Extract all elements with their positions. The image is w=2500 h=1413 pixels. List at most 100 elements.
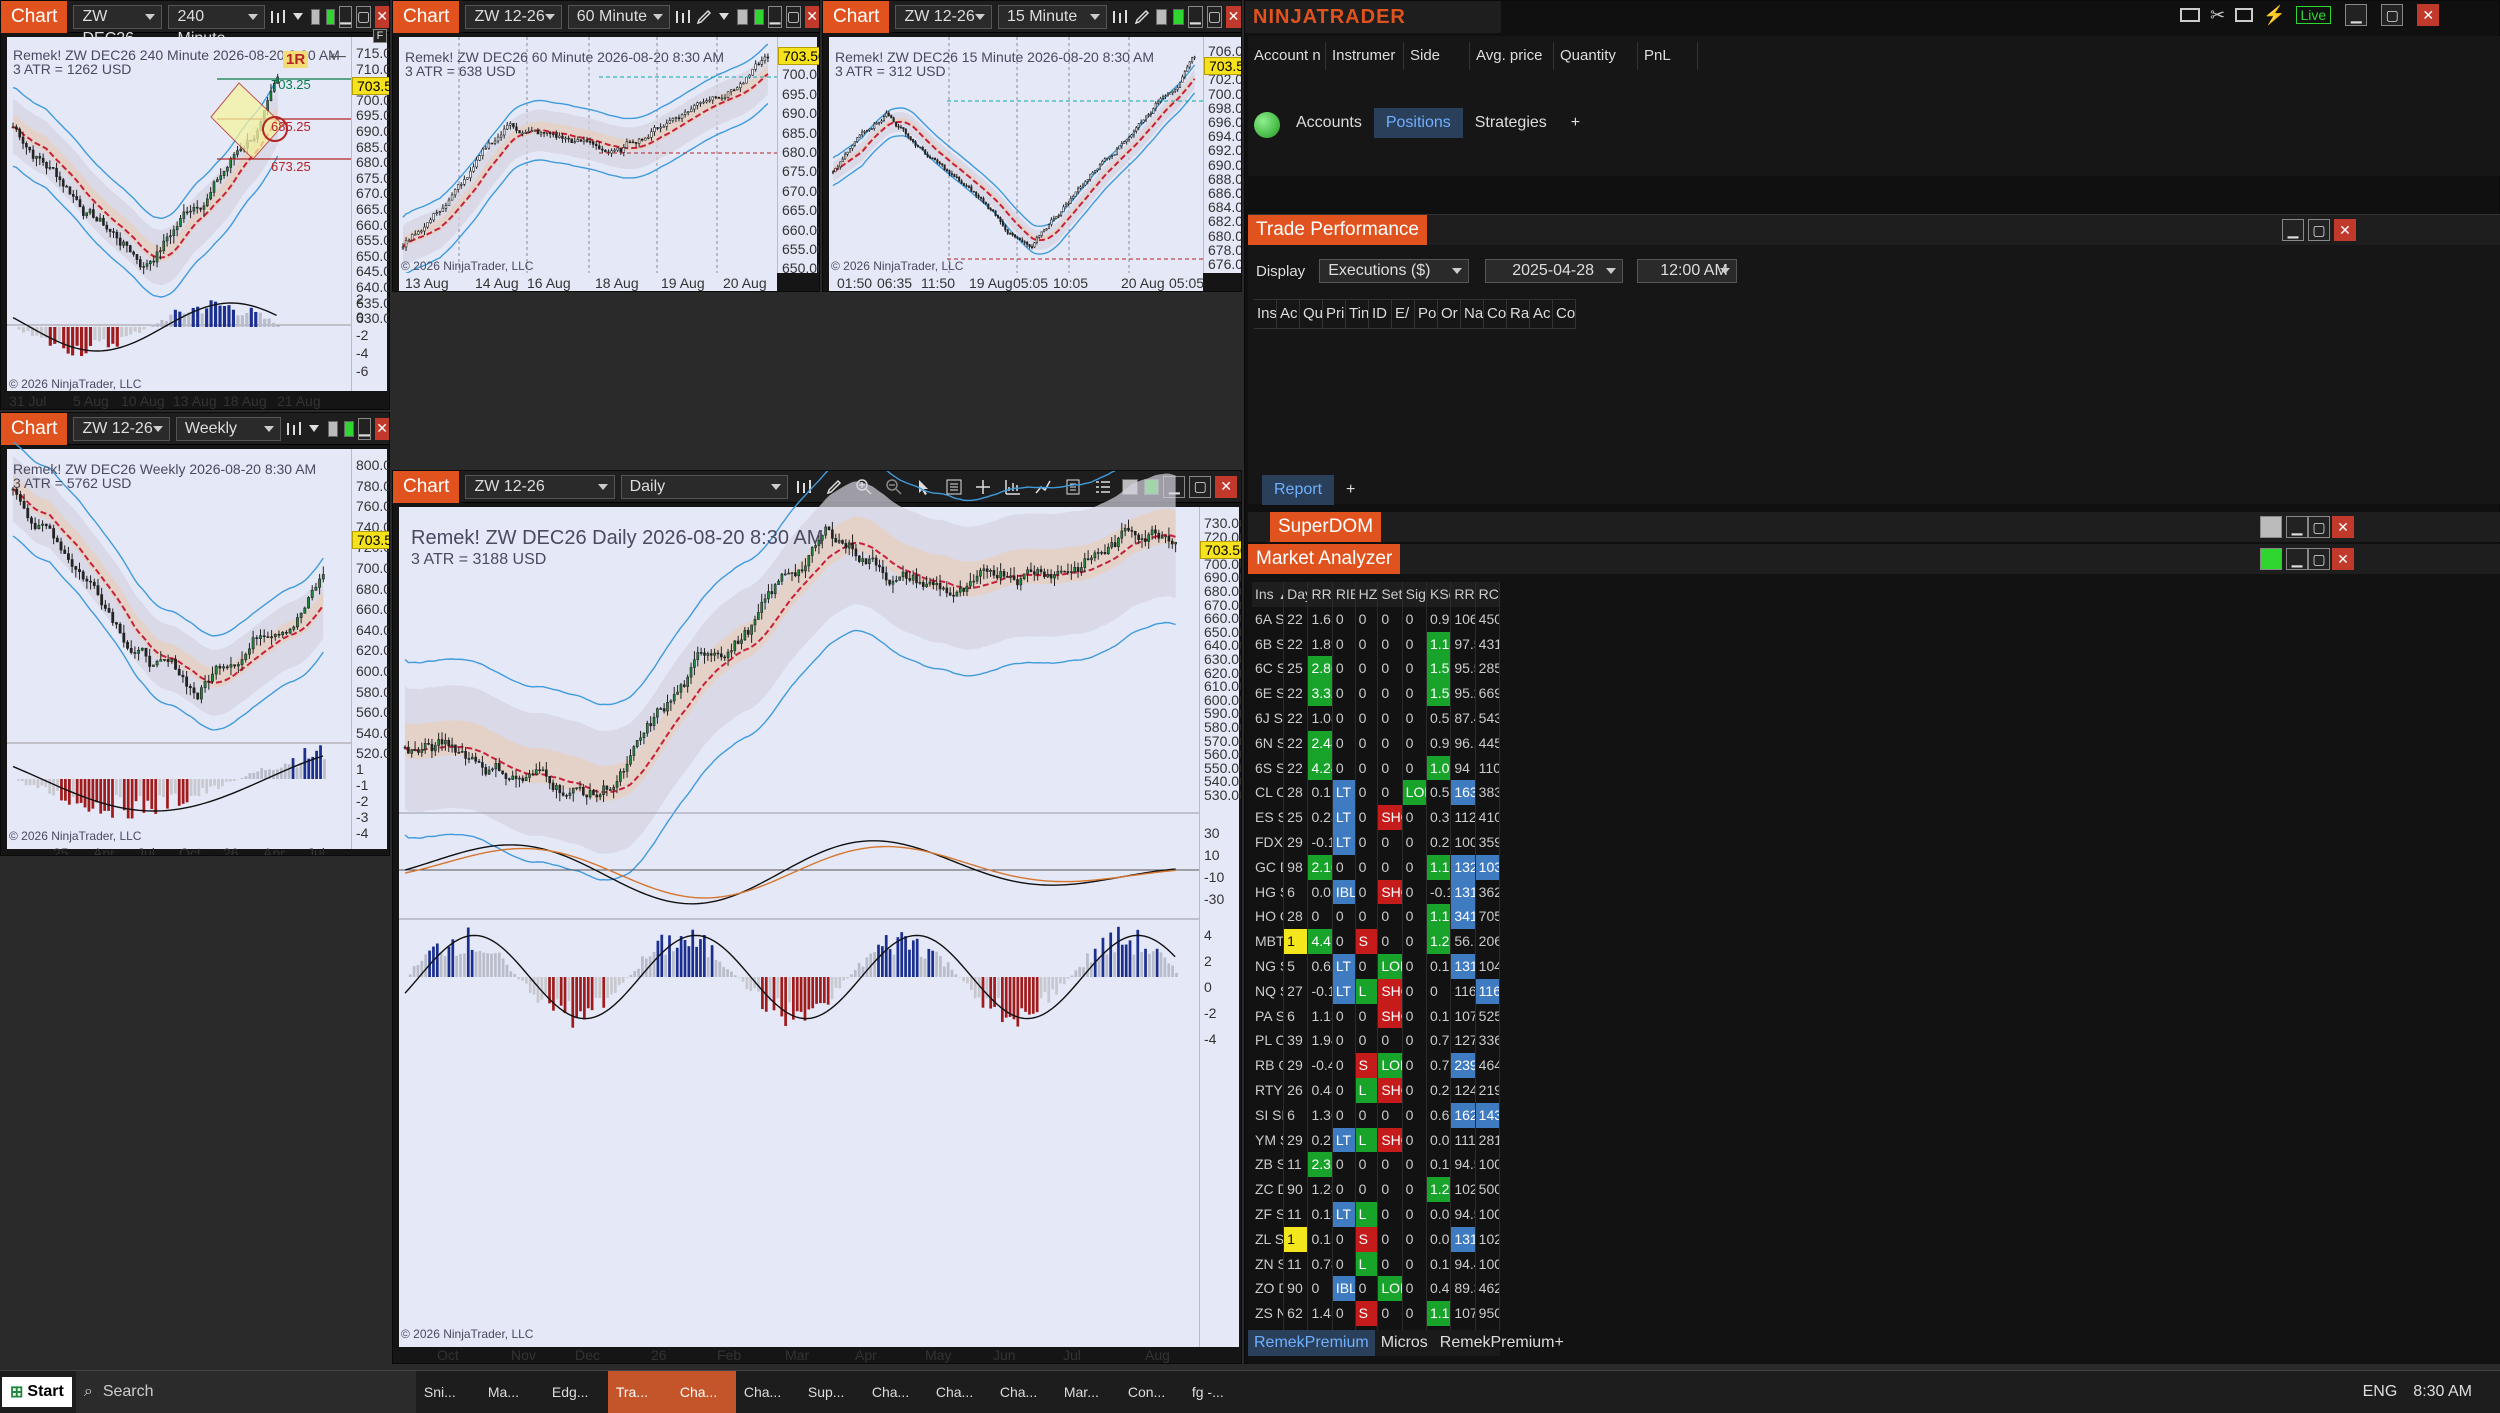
market-analyzer-column-header[interactable]: RIB bbox=[1333, 582, 1356, 607]
taskbar-item[interactable]: Ma... bbox=[480, 1371, 544, 1413]
close-button[interactable]: ✕ bbox=[375, 418, 389, 440]
link-square[interactable] bbox=[1156, 9, 1167, 25]
taskbar-item[interactable]: Tra... bbox=[608, 1371, 672, 1413]
market-analyzer-row[interactable]: ZC DE901.2800001.2102.5500 bbox=[1252, 1177, 1500, 1202]
market-analyzer-row[interactable]: 6B SE221.8900001.1497.5431 bbox=[1252, 632, 1500, 657]
link-square[interactable] bbox=[328, 421, 338, 437]
workspace-icon[interactable] bbox=[2235, 8, 2253, 22]
trade-performance-column-header[interactable]: Tin bbox=[1346, 300, 1369, 328]
instrument-selector[interactable]: ZW 12-26 bbox=[895, 5, 991, 29]
trade-performance-column-header[interactable]: Ra bbox=[1507, 300, 1530, 328]
time-picker[interactable]: 12:00 AM bbox=[1637, 259, 1737, 283]
market-analyzer-column-header[interactable]: Setup bbox=[1378, 582, 1402, 607]
list-icon[interactable] bbox=[1090, 475, 1116, 499]
positions-column-header[interactable]: Instrumer bbox=[1326, 42, 1404, 70]
minimize-button[interactable]: ▁ bbox=[2286, 516, 2308, 538]
tray-clock[interactable]: 8:30 AM bbox=[2405, 1371, 2480, 1413]
market-analyzer-row[interactable]: HG SE60.05IBLT0SHOR0-0.15131.93625 bbox=[1252, 880, 1500, 905]
trade-performance-column-header[interactable]: ID bbox=[1369, 300, 1392, 328]
maximize-button[interactable]: ▢ bbox=[2308, 548, 2330, 570]
positions-column-header[interactable]: Quantity bbox=[1554, 42, 1638, 70]
link-square[interactable] bbox=[2260, 516, 2282, 538]
market-analyzer-title[interactable]: Market Analyzer bbox=[1248, 544, 1400, 574]
minimize-button[interactable]: ▁ bbox=[2282, 219, 2304, 241]
chart-tab[interactable]: Chart bbox=[1, 1, 67, 33]
market-analyzer-row[interactable]: 6S SE224.2400001.06941100 bbox=[1252, 756, 1500, 781]
flag-button[interactable]: F bbox=[373, 29, 387, 43]
taskbar-item[interactable]: Con... bbox=[1120, 1371, 1184, 1413]
minimize-button[interactable]: ▁ bbox=[339, 6, 352, 28]
bar-style-icon[interactable] bbox=[269, 5, 287, 29]
trade-performance-column-header[interactable]: Qu bbox=[1300, 300, 1323, 328]
instrument-selector[interactable]: ZW DEC26 bbox=[73, 5, 162, 29]
period-selector[interactable]: Daily bbox=[621, 475, 788, 499]
monitor-icon[interactable] bbox=[2180, 8, 2200, 22]
trade-performance-column-header[interactable]: Ins bbox=[1254, 300, 1277, 328]
market-analyzer-column-header[interactable]: RC bbox=[1476, 582, 1500, 607]
market-analyzer-row[interactable]: FDXS29-0.16LT0000.22100.3359 bbox=[1252, 830, 1500, 855]
maximize-button[interactable]: ▢ bbox=[356, 6, 371, 28]
market-analyzer-column-header[interactable]: Day bbox=[1284, 582, 1308, 607]
link-green-square[interactable] bbox=[1173, 9, 1184, 25]
positions-tab[interactable]: Accounts bbox=[1284, 108, 1374, 138]
search-box[interactable]: ⌕Search bbox=[76, 1371, 416, 1413]
trade-performance-column-header[interactable]: Na bbox=[1461, 300, 1484, 328]
maximize-button[interactable]: ▢ bbox=[1189, 476, 1211, 498]
pencil-icon[interactable] bbox=[1133, 5, 1150, 29]
trade-performance-column-header[interactable]: Po bbox=[1415, 300, 1438, 328]
taskbar-item[interactable]: Cha... bbox=[864, 1371, 928, 1413]
trade-performance-column-header[interactable]: Or bbox=[1438, 300, 1461, 328]
close-button[interactable]: ✕ bbox=[375, 6, 389, 28]
market-analyzer-column-header[interactable]: RRS bbox=[1451, 582, 1475, 607]
close-button[interactable]: ✕ bbox=[1226, 6, 1241, 28]
minimize-button[interactable]: ▁ bbox=[1188, 6, 1203, 28]
from-date-picker[interactable]: 2025-04-28 bbox=[1485, 259, 1623, 283]
dropdown-arrow-icon[interactable] bbox=[291, 5, 304, 29]
chart-tab[interactable]: Chart bbox=[823, 1, 889, 33]
trade-performance-column-header[interactable]: Ac bbox=[1530, 300, 1553, 328]
market-analyzer-row[interactable]: ZO DE900IBLT0LONG00.4589.3462 bbox=[1252, 1276, 1500, 1301]
link-square[interactable] bbox=[737, 9, 747, 25]
positions-column-header[interactable]: PnL bbox=[1638, 42, 1698, 70]
maximize-button[interactable]: ▢ bbox=[786, 6, 801, 28]
minimize-button[interactable]: ▁ bbox=[768, 6, 782, 28]
chart-tab[interactable]: Chart bbox=[393, 1, 459, 33]
link-square[interactable] bbox=[311, 9, 320, 25]
positions-tab[interactable]: Strategies bbox=[1463, 108, 1559, 138]
period-selector[interactable]: 240 Minute bbox=[168, 5, 265, 29]
strategies-icon[interactable] bbox=[1030, 475, 1056, 499]
taskbar-item[interactable]: Sup... bbox=[800, 1371, 864, 1413]
trade-performance-column-header[interactable]: E/ bbox=[1392, 300, 1415, 328]
dropdown-arrow-icon[interactable] bbox=[307, 417, 322, 441]
back-arrow-icon[interactable]: ← bbox=[325, 37, 351, 68]
market-analyzer-row[interactable]: NG SE50.62LT0LONG00.13131.11040 bbox=[1252, 954, 1500, 979]
close-button[interactable]: ✕ bbox=[2334, 219, 2356, 241]
market-analyzer-row[interactable]: ZS NC621.450S001.17107.2950 bbox=[1252, 1301, 1500, 1326]
market-analyzer-row[interactable]: 6E SE223.3200001.5195.2669 bbox=[1252, 681, 1500, 706]
market-analyzer-row[interactable]: RTY S260.480LSHOR00.27124.62195 bbox=[1252, 1078, 1500, 1103]
bar-style-icon[interactable] bbox=[285, 417, 303, 441]
dropdown-arrow-icon[interactable] bbox=[716, 5, 731, 29]
market-analyzer-row[interactable]: ZF SE110.13LTL000.0694.51000 bbox=[1252, 1202, 1500, 1227]
minimize-button[interactable]: ▁ bbox=[358, 418, 371, 440]
market-analyzer-row[interactable]: ZL SE10.150S000.09131.91020 bbox=[1252, 1227, 1500, 1252]
period-selector[interactable]: 15 Minute bbox=[998, 5, 1107, 29]
trade-performance-column-header[interactable]: Co bbox=[1484, 300, 1507, 328]
close-button[interactable]: ✕ bbox=[2332, 548, 2354, 570]
positions-tab[interactable]: + bbox=[1559, 108, 1592, 138]
maximize-button[interactable]: ▢ bbox=[2308, 219, 2330, 241]
chart-tab[interactable]: Chart bbox=[393, 471, 459, 503]
market-analyzer-row[interactable]: 6J SE221.0800000.5387.4543 bbox=[1252, 706, 1500, 731]
market-analyzer-column-header[interactable]: HZ bbox=[1356, 582, 1379, 607]
market-analyzer-tab[interactable]: Micros bbox=[1375, 1330, 1434, 1356]
trade-performance-column-header[interactable]: Ac bbox=[1277, 300, 1300, 328]
market-analyzer-row[interactable]: PA SE61.1300SHOR00.1107.75250 bbox=[1252, 1004, 1500, 1029]
market-analyzer-row[interactable]: ZB SE112.3200000.1894.51000 bbox=[1252, 1152, 1500, 1177]
minimize-button[interactable]: ▁ bbox=[2345, 4, 2367, 26]
market-analyzer-column-header[interactable]: Signa bbox=[1403, 582, 1427, 607]
market-analyzer-row[interactable]: 6C SE252.8600001.5395.5285 bbox=[1252, 656, 1500, 681]
close-button[interactable]: ✕ bbox=[2332, 516, 2354, 538]
pencil-icon[interactable] bbox=[696, 5, 712, 29]
market-analyzer-row[interactable]: YM SE290.27LTLSHOR00.09111.52815 bbox=[1252, 1128, 1500, 1153]
market-analyzer-row[interactable]: SI SE61.3600000.616214375 bbox=[1252, 1103, 1500, 1128]
